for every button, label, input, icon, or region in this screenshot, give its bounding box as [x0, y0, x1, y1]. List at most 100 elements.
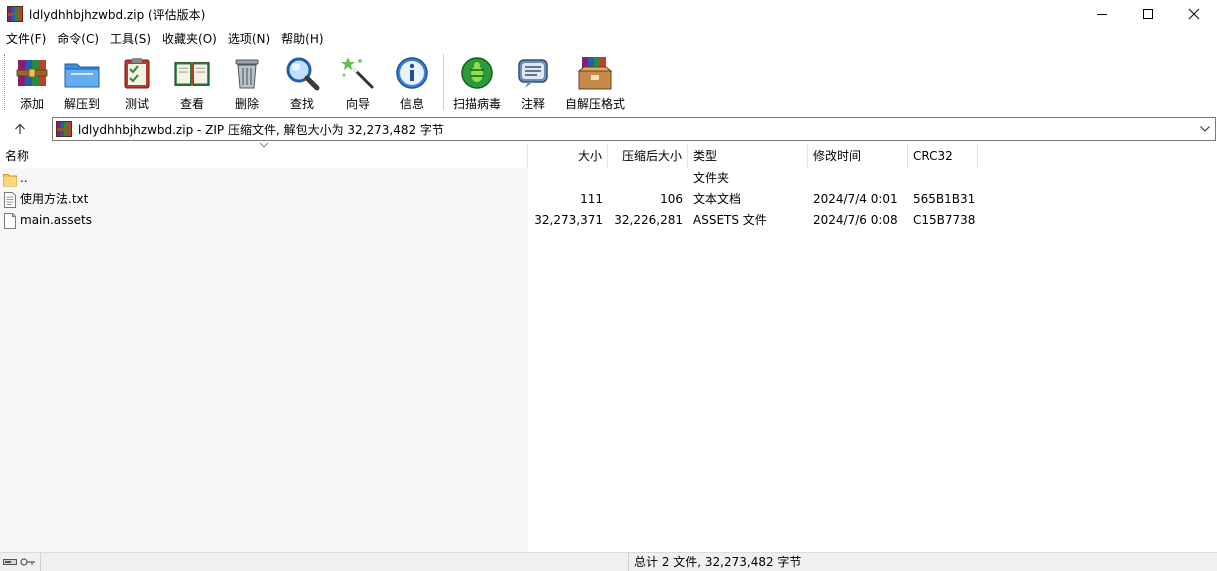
archive-path-field[interactable]: ldlydhhbjhzwbd.zip - ZIP 压缩文件, 解包大小为 32,…	[52, 117, 1216, 141]
column-type[interactable]: 类型	[688, 144, 808, 168]
menu-options[interactable]: 选项(N)	[222, 28, 275, 50]
arrow-up-icon	[15, 123, 25, 134]
row-modified: 2024/7/6 0:08	[813, 213, 898, 227]
file-name: 使用方法.txt	[20, 192, 89, 206]
magnifier-icon	[286, 57, 320, 90]
info-button[interactable]: 信息	[385, 50, 439, 112]
address-bar: ldlydhhbjhzwbd.zip - ZIP 压缩文件, 解包大小为 32,…	[0, 116, 1217, 142]
find-label: 查找	[289, 97, 314, 111]
file-name: ..	[20, 171, 28, 185]
minimize-icon	[1097, 14, 1107, 15]
test-label: 测试	[124, 97, 149, 111]
menu-commands[interactable]: 命令(C)	[51, 28, 104, 50]
maximize-icon	[1143, 9, 1153, 19]
column-type-label: 类型	[693, 149, 718, 163]
extract-folder-icon	[64, 63, 100, 87]
info-label: 信息	[399, 97, 424, 111]
menu-help[interactable]: 帮助(H)	[275, 28, 328, 50]
view-label: 查看	[179, 97, 204, 111]
row-type: 文本文档	[693, 192, 742, 206]
column-packed-size-label: 压缩后大小	[621, 149, 682, 163]
text-file-icon	[4, 191, 16, 208]
delete-button[interactable]: 删除	[221, 50, 273, 112]
column-modified-label: 修改时间	[813, 149, 862, 163]
toolbar: 添加 解压到 测试 查看 删除 查找 向导 信息 扫描病毒 注释 自解压格式	[0, 50, 1217, 114]
status-icons	[0, 553, 40, 571]
wizard-wand-icon	[341, 56, 374, 88]
scan-virus-label: 扫描病毒	[452, 97, 501, 111]
winrar-window: ldlydhhbjhzwbd.zip (评估版本) 文件(F) 命令(C) 工具…	[0, 0, 1217, 571]
column-packed-size[interactable]: 压缩后大小	[608, 144, 688, 168]
row-size: 32,273,371	[534, 213, 603, 227]
row-type: ASSETS 文件	[693, 213, 767, 227]
add-button[interactable]: 添加	[11, 50, 53, 112]
wizard-button[interactable]: 向导	[331, 50, 385, 112]
find-button[interactable]: 查找	[273, 50, 331, 112]
row-name: main.assets	[0, 210, 528, 231]
sfx-label: 自解压格式	[564, 97, 625, 111]
row-modified	[808, 168, 908, 189]
column-modified[interactable]: 修改时间	[808, 144, 908, 168]
column-crc32[interactable]: CRC32	[908, 144, 978, 168]
column-size[interactable]: 大小	[528, 144, 608, 168]
sfx-box-icon	[577, 56, 613, 89]
add-label: 添加	[19, 97, 44, 111]
menu-tools[interactable]: 工具(S)	[104, 28, 156, 50]
column-crc32-label: CRC32	[913, 149, 953, 163]
column-header: 名称 大小 压缩后大小 类型 修改时间 CRC32	[0, 142, 1217, 168]
minimize-button[interactable]	[1079, 0, 1125, 28]
menu-file[interactable]: 文件(F)	[0, 28, 51, 50]
table-row[interactable]: main.assets 32,273,371 32,226,281 ASSETS…	[0, 210, 1217, 231]
toolbar-grip[interactable]	[4, 54, 7, 110]
window-controls	[1079, 0, 1217, 28]
row-name: 使用方法.txt	[0, 189, 528, 210]
status-bar: 总计 2 文件, 32,273,482 字节	[0, 552, 1217, 571]
archive-path-text: ldlydhhbjhzwbd.zip - ZIP 压缩文件, 解包大小为 32,…	[78, 122, 444, 137]
up-one-level-button[interactable]	[0, 116, 40, 142]
row-packed-size: 106	[660, 192, 683, 206]
zip-archive-icon	[56, 121, 72, 137]
close-button[interactable]	[1171, 0, 1217, 28]
window-title: ldlydhhbjhzwbd.zip (评估版本)	[29, 7, 206, 22]
row-type: 文件夹	[693, 171, 730, 185]
test-clipboard-icon	[124, 57, 150, 88]
toolbar-separator	[443, 54, 444, 110]
extract-to-button[interactable]: 解压到	[53, 50, 111, 112]
view-book-icon	[174, 61, 210, 86]
menu-bar: 文件(F) 命令(C) 工具(S) 收藏夹(O) 选项(N) 帮助(H)	[0, 28, 1217, 50]
comment-button[interactable]: 注释	[506, 50, 560, 112]
column-name-label: 名称	[5, 149, 30, 163]
scan-virus-button[interactable]: 扫描病毒	[448, 50, 506, 112]
add-archive-icon	[16, 59, 48, 86]
row-size: 111	[580, 192, 603, 206]
view-button[interactable]: 查看	[163, 50, 221, 112]
row-modified: 2024/7/4 0:01	[813, 192, 898, 206]
virus-scan-icon	[461, 56, 493, 89]
status-summary: 总计 2 文件, 32,273,482 字节	[628, 553, 801, 571]
row-packed-size: 32,226,281	[614, 213, 683, 227]
key-lock-icon[interactable]	[20, 557, 36, 567]
disk-icon[interactable]	[3, 557, 17, 567]
comment-icon	[518, 58, 548, 88]
close-icon	[1188, 8, 1200, 20]
column-size-label: 大小	[577, 149, 602, 163]
table-row[interactable]: 使用方法.txt 111 106 文本文档 2024/7/4 0:01 565B…	[0, 189, 1217, 210]
row-crc32: C15B7738	[913, 213, 976, 227]
row-packed-size	[608, 168, 688, 189]
maximize-button[interactable]	[1125, 0, 1171, 28]
row-name: ..	[0, 168, 528, 189]
column-name[interactable]: 名称	[0, 142, 528, 168]
sort-ascending-icon	[259, 142, 269, 148]
folder-icon	[3, 173, 17, 186]
row-crc32	[908, 168, 978, 189]
wizard-label: 向导	[345, 97, 370, 111]
path-dropdown-button[interactable]	[1197, 121, 1213, 137]
row-size	[528, 168, 608, 189]
file-name: main.assets	[20, 213, 92, 227]
test-button[interactable]: 测试	[111, 50, 163, 112]
table-row[interactable]: .. 文件夹	[0, 168, 1217, 189]
file-icon	[4, 212, 16, 229]
sfx-button[interactable]: 自解压格式	[560, 50, 630, 112]
row-crc32: 565B1B31	[913, 192, 976, 206]
menu-favorites[interactable]: 收藏夹(O)	[156, 28, 222, 50]
